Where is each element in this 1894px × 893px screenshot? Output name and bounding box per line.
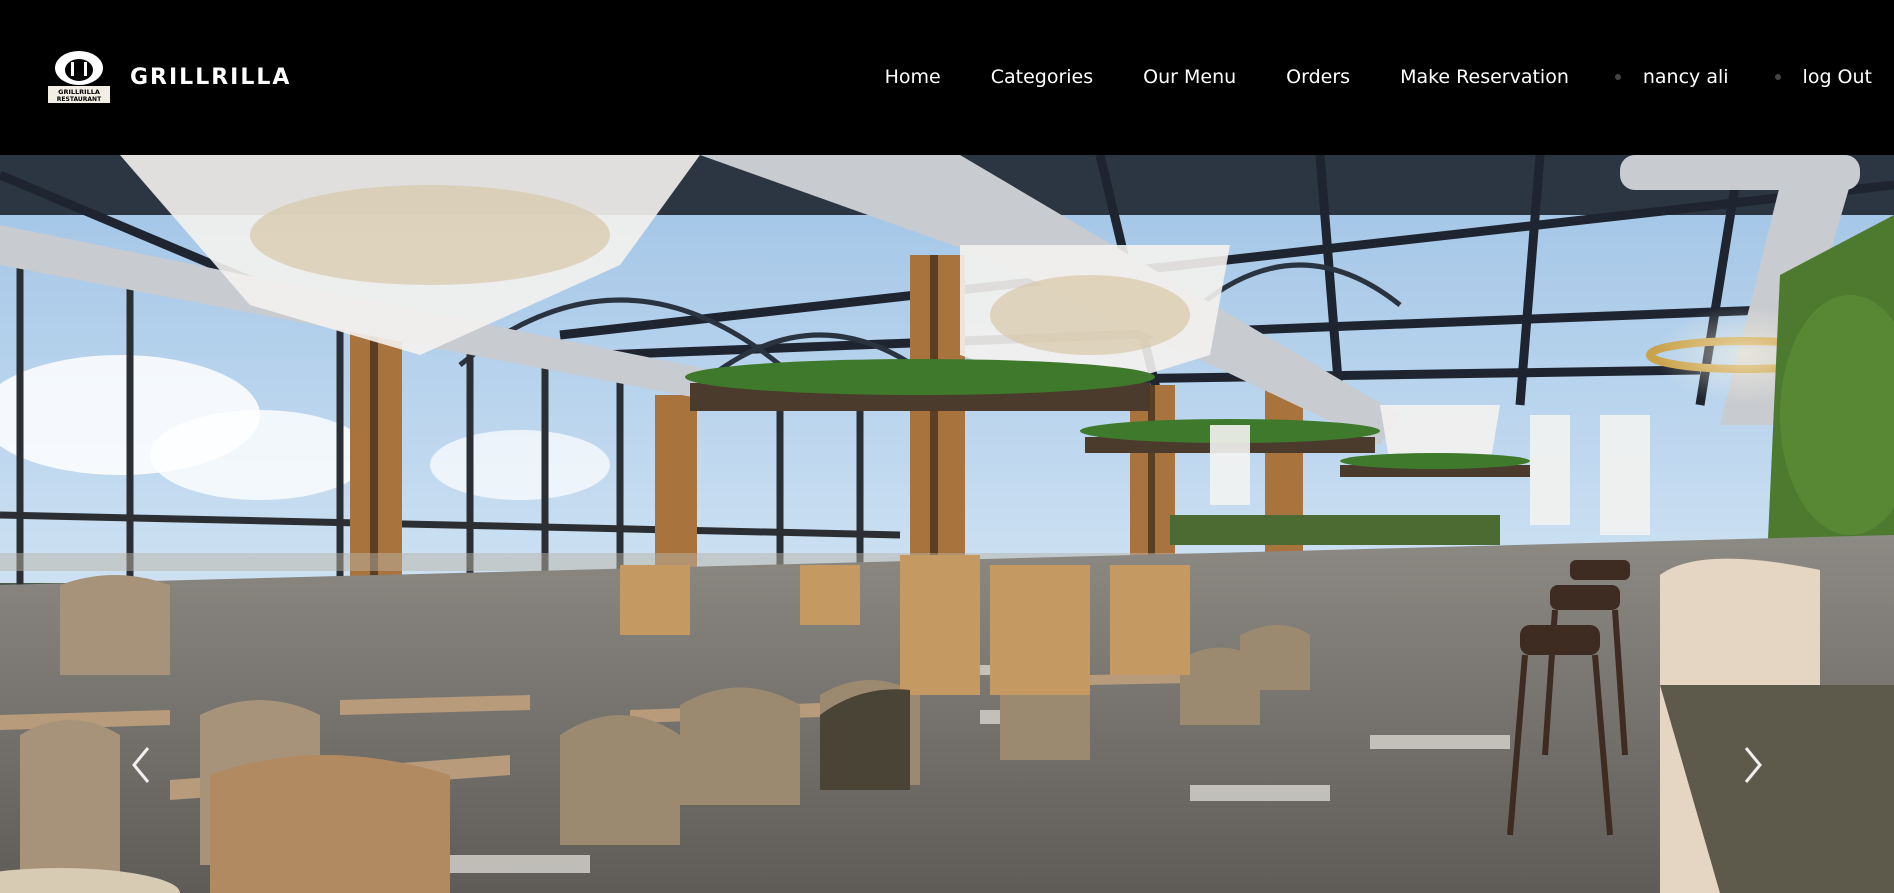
brand[interactable]: GRILLRILLA RESTAURANT GRILLRILLA xyxy=(46,50,291,104)
restaurant-logo[interactable]: GRILLRILLA RESTAURANT xyxy=(46,50,112,104)
user-menu[interactable]: nancy ali xyxy=(1614,66,1729,88)
bullet-icon xyxy=(1614,74,1621,80)
nav-our-menu[interactable]: Our Menu xyxy=(1143,66,1236,88)
logo-text-line2: RESTAURANT xyxy=(57,96,102,103)
hero-image-restaurant-interior xyxy=(0,155,1894,893)
nav-orders[interactable]: Orders xyxy=(1286,66,1350,88)
bullet-icon xyxy=(1774,74,1781,80)
main-nav: Home Categories Our Menu Orders Make Res… xyxy=(835,66,1872,88)
nav-make-reservation[interactable]: Make Reservation xyxy=(1400,66,1569,88)
user-name[interactable]: nancy ali xyxy=(1643,66,1729,88)
nav-home[interactable]: Home xyxy=(885,66,941,88)
brand-name[interactable]: GRILLRILLA xyxy=(130,65,291,90)
logo-text-line1: GRILLRILLA xyxy=(58,88,100,96)
nav-categories[interactable]: Categories xyxy=(991,66,1093,88)
navbar: GRILLRILLA RESTAURANT GRILLRILLA Home Ca… xyxy=(0,0,1894,155)
logout-link[interactable]: log Out xyxy=(1803,66,1872,88)
chevron-right-icon[interactable] xyxy=(1738,740,1768,790)
chevron-left-icon[interactable] xyxy=(126,740,156,790)
hero-carousel xyxy=(0,155,1894,893)
logout-item[interactable]: log Out xyxy=(1774,66,1872,88)
